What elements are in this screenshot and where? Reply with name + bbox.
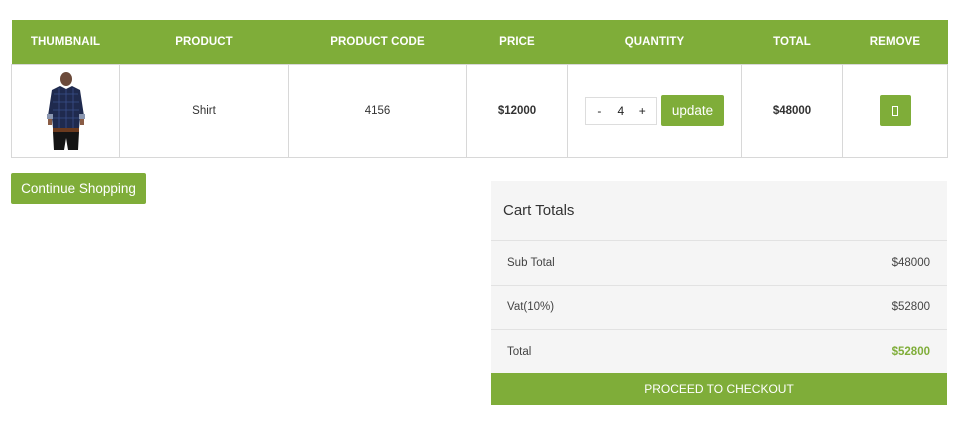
remove-button[interactable] xyxy=(879,95,911,126)
vat-value: $52800 xyxy=(891,301,930,314)
header-thumbnail: Thumbnail xyxy=(11,20,120,64)
quantity-stepper: - 4 + xyxy=(584,96,657,125)
subtotal-value: $48000 xyxy=(891,256,930,269)
grand-total-label: Total xyxy=(507,346,532,359)
row-total: $48000 xyxy=(741,63,843,158)
remove-icon xyxy=(892,105,898,116)
cart-totals-panel: Cart Totals Sub Total $48000 Vat(10%) $5… xyxy=(491,181,947,405)
product-code: 4156 xyxy=(288,63,467,158)
header-total: Total xyxy=(741,20,843,64)
vat-row: Vat(10%) $52800 xyxy=(491,286,947,330)
subtotal-label: Sub Total xyxy=(507,256,555,269)
vat-label: Vat(10%) xyxy=(507,301,555,314)
header-price: Price xyxy=(466,20,568,64)
table-header-row: Thumbnail Product Product Code Price Qua… xyxy=(11,20,948,64)
cart-table: Thumbnail Product Product Code Price Qua… xyxy=(11,20,948,158)
shirt-product-image[interactable] xyxy=(41,71,90,150)
grand-total-value: $52800 xyxy=(891,346,930,359)
quantity-cell: - 4 + update xyxy=(567,63,742,158)
header-remove: Remove xyxy=(842,20,948,64)
cart-totals-title: Cart Totals xyxy=(491,181,947,241)
update-button[interactable]: update xyxy=(660,95,725,126)
subtotal-row: Sub Total $48000 xyxy=(491,241,947,286)
header-product-code: Product Code xyxy=(288,20,467,64)
continue-shopping-button[interactable]: Continue Shopping xyxy=(11,173,146,204)
quantity-controls: - 4 + update xyxy=(584,95,725,126)
quantity-decrease-button[interactable]: - xyxy=(590,104,608,118)
header-quantity: Quantity xyxy=(567,20,742,64)
header-product: Product xyxy=(119,20,289,64)
thumbnail-cell xyxy=(11,63,120,158)
product-name: Shirt xyxy=(119,63,289,158)
quantity-increase-button[interactable]: + xyxy=(633,104,651,118)
product-price: $12000 xyxy=(466,63,568,158)
proceed-to-checkout-button[interactable]: Proceed to Checkout xyxy=(491,373,947,405)
remove-cell xyxy=(842,63,948,158)
grand-total-row: Total $52800 xyxy=(491,330,947,375)
quantity-value[interactable]: 4 xyxy=(617,104,624,118)
table-row: Shirt 4156 $12000 - 4 + update $48000 xyxy=(11,63,948,158)
